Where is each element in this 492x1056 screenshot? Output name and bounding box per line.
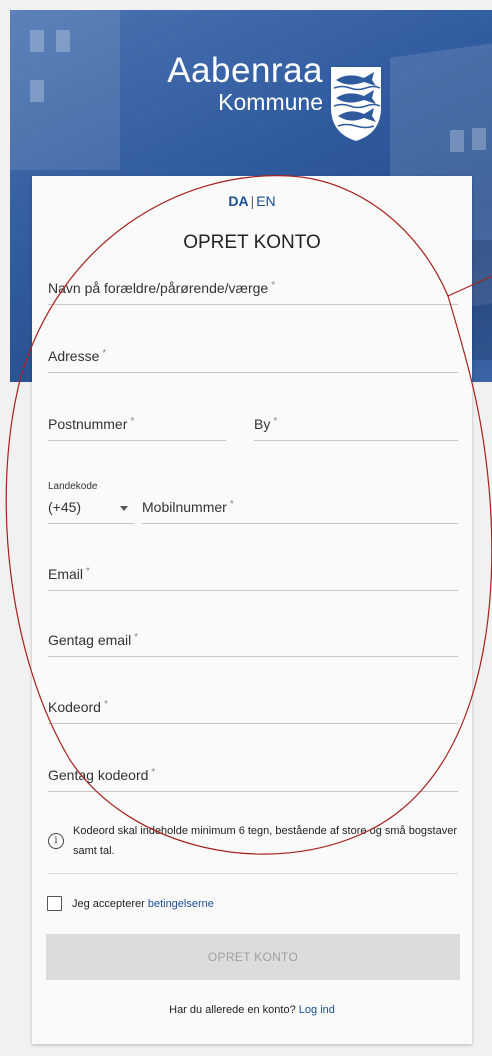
- coat-of-arms-fish-icon: [329, 65, 383, 144]
- caret-down-icon: [120, 506, 128, 511]
- background-window: [30, 30, 44, 52]
- login-prompt: Har du allerede en konto? Log ind: [169, 1004, 335, 1016]
- terms-label: Jeg accepterer betingelserne: [72, 898, 214, 910]
- language-switcher: DA | EN: [32, 193, 472, 209]
- info-icon: i: [48, 833, 64, 849]
- mobile-number-field[interactable]: Mobilnummer *: [142, 489, 458, 524]
- address-label: Adresse *: [48, 348, 107, 364]
- logo-line-1: Aabenraa: [167, 51, 323, 90]
- background-window: [450, 130, 464, 152]
- password-hint: i Kodeord skal indeholde minimum 6 tegn,…: [48, 817, 458, 869]
- city-field[interactable]: By *: [254, 406, 458, 441]
- password-repeat-label: Gentag kodeord *: [48, 767, 156, 783]
- terms-checkbox[interactable]: [47, 896, 62, 911]
- guardian-name-label: Navn på forældre/pårørende/værge *: [48, 280, 276, 296]
- email-field[interactable]: Email *: [48, 556, 458, 591]
- page-title: OPRET KONTO: [183, 232, 321, 253]
- postal-code-label: Postnummer *: [48, 416, 135, 432]
- password-repeat-field[interactable]: Gentag kodeord *: [48, 757, 458, 792]
- lang-separator: |: [250, 193, 255, 209]
- login-link[interactable]: Log ind: [299, 1004, 335, 1016]
- signup-card: DA | EN OPRET KONTO Navn på forældre/pårør…: [32, 176, 472, 1044]
- logo-line-2: Kommune: [218, 89, 323, 115]
- password-hint-text: Kodeord skal indeholde minimum 6 tegn, b…: [73, 825, 458, 857]
- background-window: [56, 30, 70, 52]
- password-label: Kodeord *: [48, 699, 108, 715]
- email-repeat-label: Gentag email *: [48, 632, 139, 648]
- country-code-value: (+45): [48, 499, 82, 515]
- password-field[interactable]: Kodeord *: [48, 689, 458, 724]
- guardian-name-field[interactable]: Navn på forældre/pårørende/værge *: [48, 270, 458, 305]
- country-code-select[interactable]: (+45): [48, 489, 134, 524]
- create-account-button[interactable]: OPRET KONTO: [46, 934, 460, 980]
- terms-link[interactable]: betingelserne: [148, 898, 214, 910]
- lang-da-link[interactable]: DA: [228, 193, 248, 209]
- mobile-number-label: Mobilnummer *: [142, 499, 234, 515]
- municipality-logo-text: Aabenraa Kommune: [128, 51, 323, 115]
- lang-en-link[interactable]: EN: [256, 193, 275, 209]
- background-window: [30, 80, 44, 102]
- email-repeat-field[interactable]: Gentag email *: [48, 622, 458, 657]
- city-label: By *: [254, 416, 278, 432]
- postal-code-field[interactable]: Postnummer *: [48, 406, 226, 441]
- email-label: Email *: [48, 566, 90, 582]
- divider: [48, 873, 458, 874]
- background-window: [472, 128, 486, 150]
- address-field[interactable]: Adresse *: [48, 338, 458, 373]
